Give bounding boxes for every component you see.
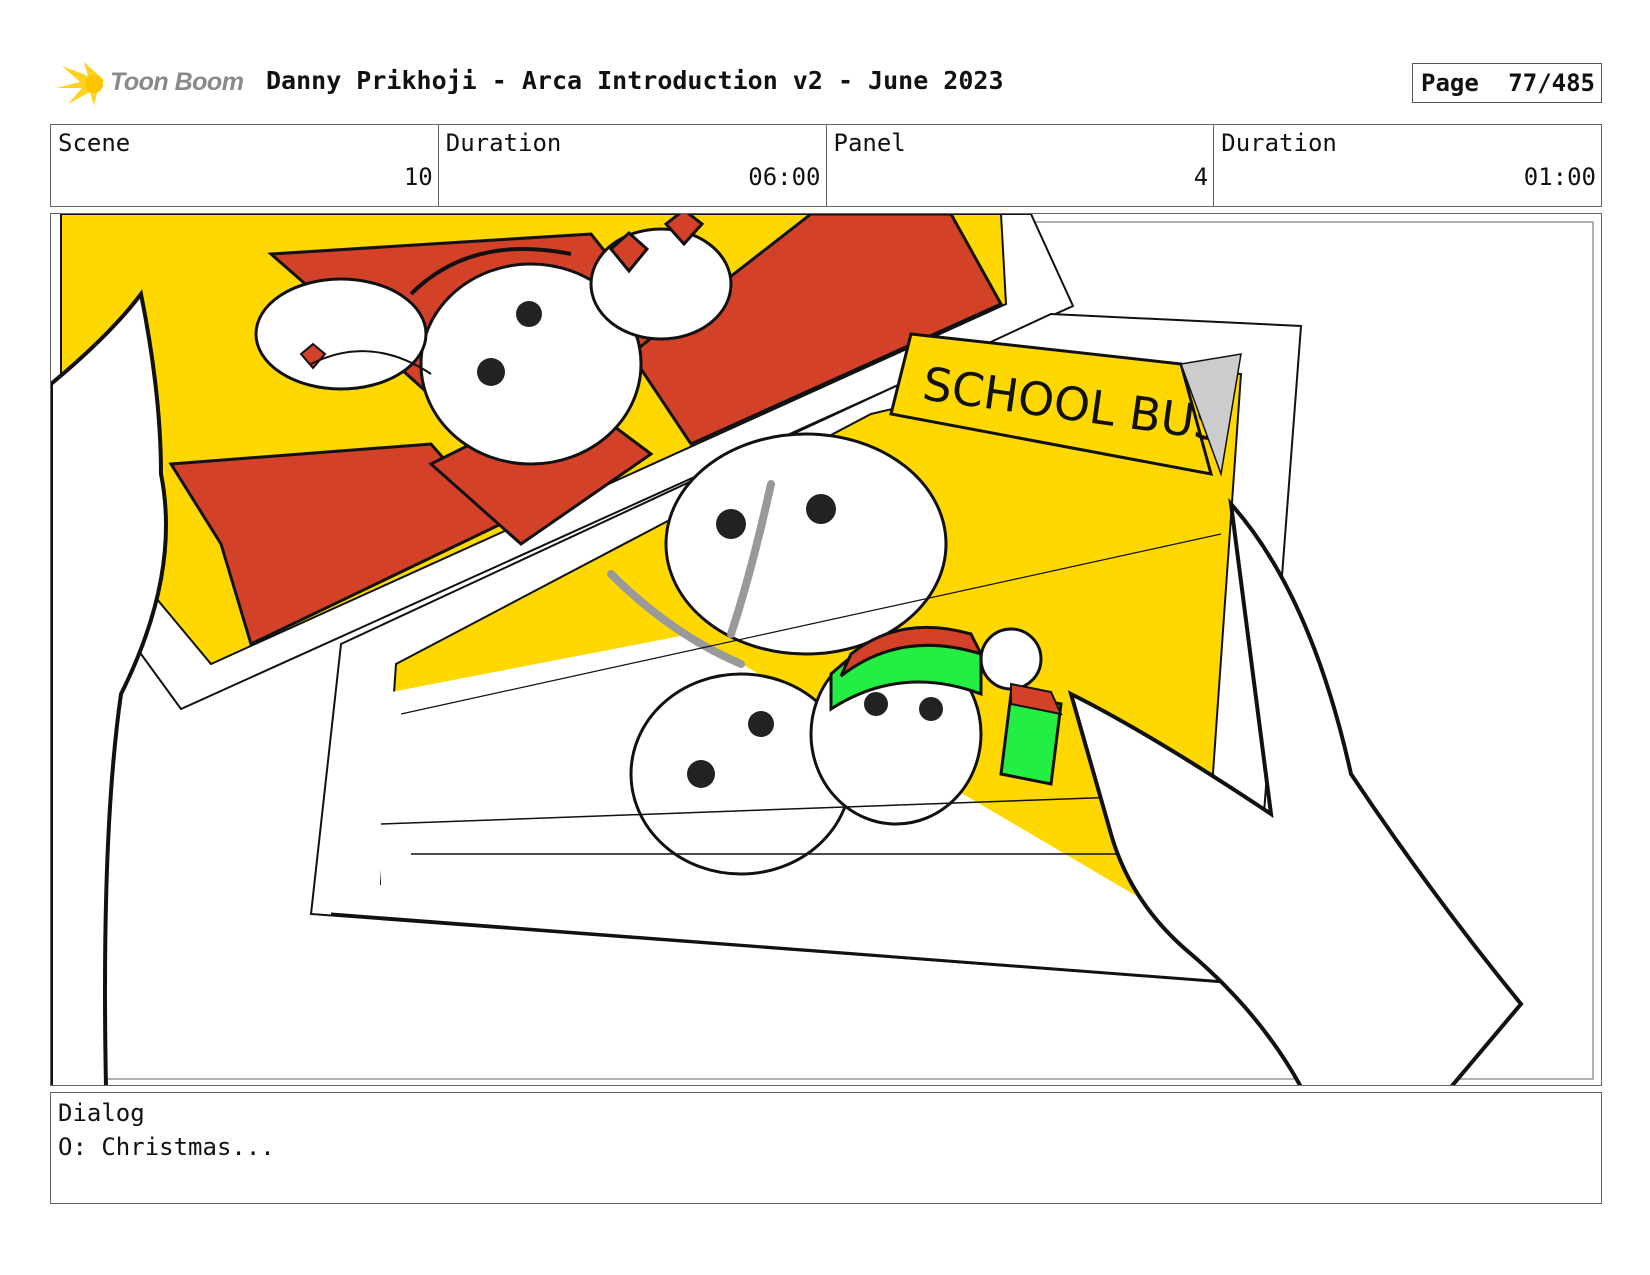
storyboard-panel-image: SCHOOL BUS (50, 213, 1602, 1086)
dialog-box: Dialog O: Christmas... (50, 1092, 1602, 1204)
panel-cell: Panel 4 (827, 125, 1215, 206)
panel-duration-value: 01:00 (1523, 163, 1596, 191)
scene-duration-value: 06:00 (748, 163, 821, 191)
panel-value: 4 (1193, 163, 1209, 191)
page-indicator: Page 77/485 (1412, 63, 1602, 103)
document-title: Danny Prikhoji - Arca Introduction v2 - … (266, 66, 1004, 95)
page-header: Toon Boom Danny Prikhoji - Arca Introduc… (50, 56, 1602, 108)
panel-info-table: Scene 10 Duration 06:00 Panel 4 Duration… (50, 124, 1602, 207)
dialog-text: O: Christmas... (58, 1133, 275, 1161)
scene-duration-cell: Duration 06:00 (439, 125, 827, 206)
toon-boom-logo: Toon Boom (54, 58, 250, 108)
scene-value: 10 (403, 163, 433, 191)
panel-label: Panel (833, 129, 906, 157)
scene-duration-label: Duration (445, 129, 562, 157)
panel-duration-cell: Duration 01:00 (1214, 125, 1601, 206)
scene-cell: Scene 10 (51, 125, 439, 206)
starburst-icon (56, 62, 104, 106)
page-label: Page (1421, 69, 1479, 97)
dialog-label: Dialog (58, 1099, 145, 1127)
scene-label: Scene (58, 129, 131, 157)
panel-duration-label: Duration (1221, 129, 1337, 157)
panel-sketch: SCHOOL BUS (51, 214, 1594, 1085)
page-number: 77/485 (1508, 69, 1595, 97)
